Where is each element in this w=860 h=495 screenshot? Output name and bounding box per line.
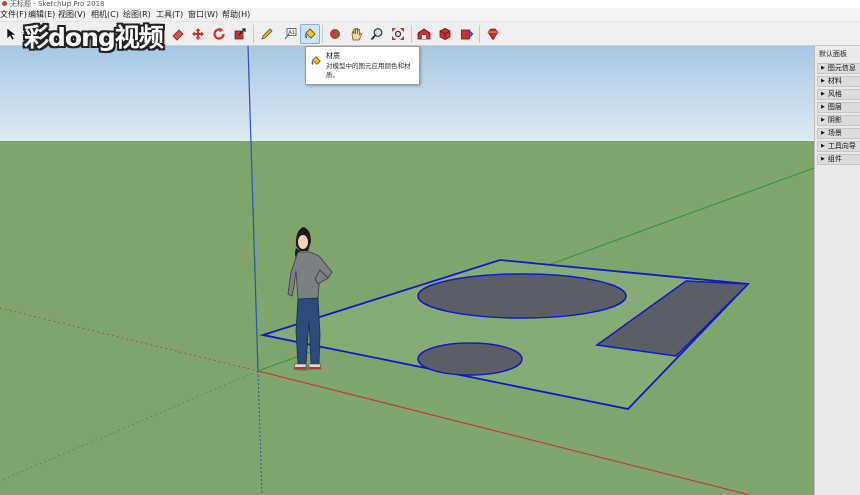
drawing-viewport[interactable]	[0, 46, 814, 495]
tooltip-title: 材质	[326, 52, 340, 60]
ruby-icon[interactable]	[483, 24, 503, 44]
expand-arrow-icon: ▶	[821, 65, 825, 71]
zoom-extents-icon[interactable]	[388, 24, 408, 44]
select-icon[interactable]	[1, 24, 21, 44]
tooltip: 材质 对模型中的图元应用颜色和材质。	[305, 46, 420, 85]
scale-icon[interactable]	[230, 24, 250, 44]
toolbar-separator	[253, 25, 254, 43]
paint-bucket-icon[interactable]	[300, 24, 320, 44]
watermark-logo: 彩dong视频	[24, 23, 164, 52]
expand-arrow-icon: ▶	[821, 78, 825, 84]
small-ellipse[interactable]	[417, 342, 523, 376]
pan-icon[interactable]	[346, 24, 366, 44]
text-icon[interactable]: A1	[280, 24, 300, 44]
orbit-icon[interactable]	[325, 24, 345, 44]
eraser-icon[interactable]	[168, 24, 188, 44]
menu-help[interactable]: 帮助(H)	[222, 8, 250, 22]
rotate-icon[interactable]	[209, 24, 229, 44]
panel-styles[interactable]: ▶ 风格	[817, 89, 860, 100]
panel-entity-info[interactable]: ▶ 图元信息	[817, 63, 860, 74]
expand-arrow-icon: ▶	[821, 91, 825, 97]
app-icon	[2, 1, 7, 6]
zoom-icon[interactable]	[367, 24, 387, 44]
pencil-icon[interactable]	[257, 24, 277, 44]
expand-arrow-icon: ▶	[821, 156, 825, 162]
toolbar-separator	[479, 25, 480, 43]
title-bar: 无标题 - SketchUp Pro 2018	[0, 0, 860, 8]
default-tray: 默认面板 ▶ 图元信息 ▶ 材料 ▶ 风格 ▶ 图层 ▶ 阴影 ▶ 场景 ▶ 工具向导 ▶ 组件	[814, 46, 860, 495]
toolbar-separator	[411, 25, 412, 43]
move-icon[interactable]	[188, 24, 208, 44]
panel-materials[interactable]: ▶ 材料	[817, 76, 860, 87]
panel-components[interactable]: ▶ 组件	[817, 154, 860, 165]
panel-instructor[interactable]: ▶ 工具向导	[817, 141, 860, 152]
paint-bucket-icon	[310, 52, 322, 71]
window-title: 无标题 - SketchUp Pro 2018	[10, 0, 105, 8]
panel-scenes[interactable]: ▶ 场景	[817, 128, 860, 139]
extension-icon[interactable]	[435, 24, 455, 44]
expand-arrow-icon: ▶	[821, 130, 825, 136]
menu-window[interactable]: 窗口(W)	[188, 8, 218, 22]
sketchup-window: 无标题 - SketchUp Pro 2018 文件(F) 编辑(E) 视图(V…	[0, 0, 860, 495]
menu-file[interactable]: 文件(F)	[0, 8, 27, 22]
expand-arrow-icon: ▶	[821, 117, 825, 123]
panel-layers[interactable]: ▶ 图层	[817, 102, 860, 113]
svg-text:A1: A1	[288, 30, 295, 36]
panel-shadows[interactable]: ▶ 阴影	[817, 115, 860, 126]
large-ellipse[interactable]	[417, 273, 627, 319]
tray-title: 默认面板	[819, 50, 847, 58]
tooltip-description: 对模型中的图元应用颜色和材质。	[326, 62, 411, 79]
share-icon[interactable]	[457, 24, 477, 44]
expand-arrow-icon: ▶	[821, 143, 825, 149]
toolbar-separator	[322, 25, 323, 43]
expand-arrow-icon: ▶	[821, 104, 825, 110]
warehouse-icon[interactable]	[414, 24, 434, 44]
